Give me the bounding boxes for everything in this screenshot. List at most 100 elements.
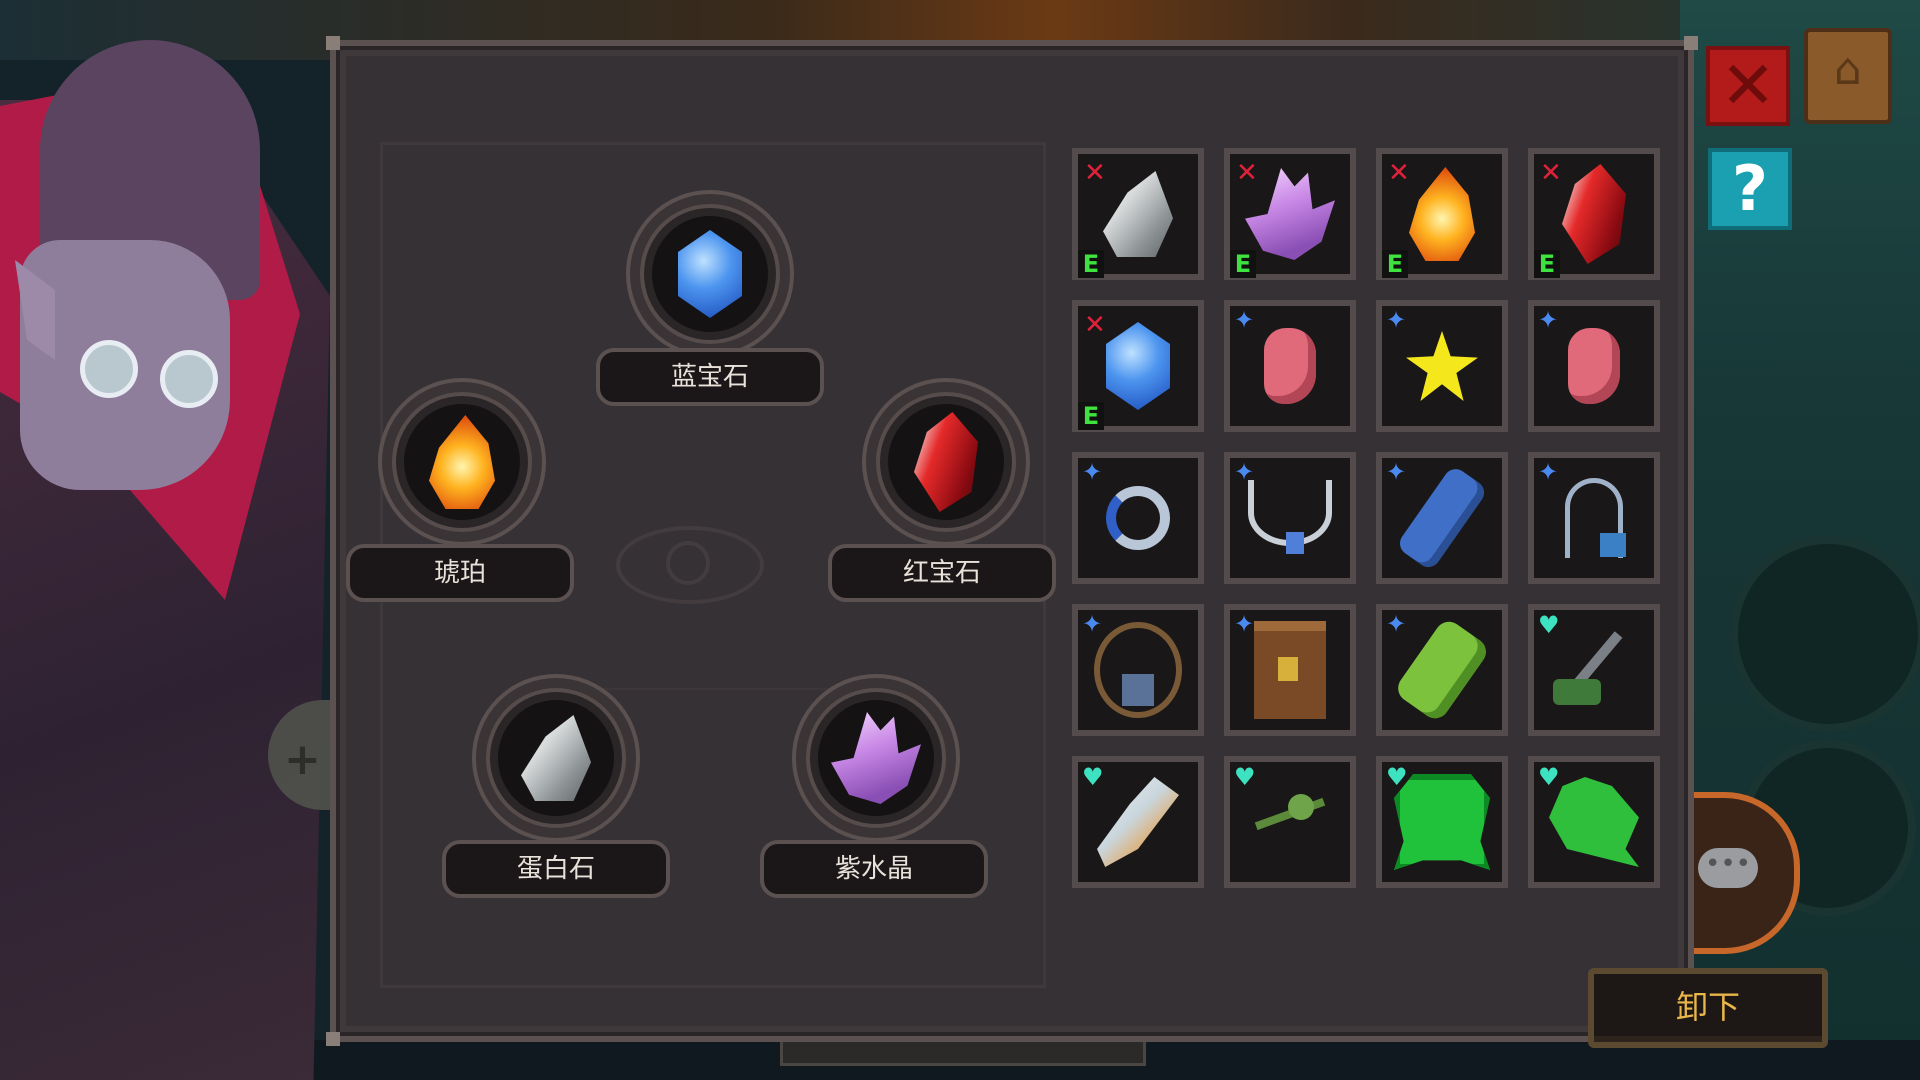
inventory-slot[interactable]: ✦: [1224, 300, 1356, 432]
inventory-slot[interactable]: ✕ E: [1528, 148, 1660, 280]
socket-core: [818, 700, 934, 816]
panel-corner: [1684, 36, 1698, 50]
opal-icon: [521, 715, 591, 801]
amber-gem-icon: [1409, 167, 1475, 261]
star-icon: [1406, 331, 1478, 401]
inventory-slot[interactable]: ♥: [1072, 756, 1204, 888]
favorite-badge-icon: ♥: [1386, 763, 1408, 791]
socket-core: [652, 216, 768, 332]
scroll-icon: [1254, 621, 1326, 719]
unequip-badge-icon: ✕: [1084, 310, 1106, 340]
unequip-badge-icon: ✕: [1540, 158, 1562, 188]
socket-label-sapphire: 蓝宝石: [596, 348, 824, 406]
eye-sigil-icon: [566, 426, 806, 686]
new-badge-icon: ✦: [1538, 458, 1559, 486]
favorite-badge-icon: ♥: [1538, 763, 1560, 791]
ruby-gem-icon: [1562, 164, 1626, 264]
socket-core: [404, 404, 520, 520]
favorite-badge-icon: ♥: [1538, 611, 1560, 639]
help-button[interactable]: ?: [1708, 148, 1792, 230]
socket-label-opal: 蛋白石: [442, 840, 670, 898]
inventory-slot[interactable]: ♥: [1528, 756, 1660, 888]
socket-amethyst[interactable]: [792, 674, 960, 842]
close-icon: ✕: [1720, 47, 1776, 124]
inventory-slot[interactable]: ✕ E: [1376, 148, 1508, 280]
ring-icon: [1106, 486, 1170, 550]
sigil-pupil: [666, 541, 710, 585]
glasses-lens-left: [80, 340, 138, 398]
socket-label-ruby: 红宝石: [828, 544, 1056, 602]
panel-corner: [326, 36, 340, 50]
socket-sapphire[interactable]: [626, 190, 794, 358]
equipped-badge: E: [1230, 250, 1256, 278]
help-label: ?: [1732, 152, 1768, 225]
journal-icon: ⌂: [1834, 44, 1862, 95]
socket-amber[interactable]: [378, 378, 546, 546]
character-glasses: [80, 340, 220, 408]
favorite-badge-icon: ♥: [1234, 763, 1256, 791]
unequip-badge-icon: ✕: [1236, 158, 1258, 188]
new-badge-icon: ✦: [1082, 610, 1103, 638]
new-badge-icon: ✦: [1234, 306, 1255, 334]
unload-button[interactable]: 卸下: [1588, 968, 1828, 1048]
close-button[interactable]: ✕: [1706, 46, 1790, 126]
inventory-slot[interactable]: ✕ E: [1072, 148, 1204, 280]
inventory-slot[interactable]: ✦: [1376, 604, 1508, 736]
equipped-badge: E: [1078, 402, 1104, 430]
inventory-slot[interactable]: ✦: [1376, 300, 1508, 432]
socket-label-amber: 琥珀: [346, 544, 574, 602]
journal-button[interactable]: ⌂: [1804, 28, 1892, 124]
inventory-slot[interactable]: ✦: [1072, 604, 1204, 736]
amulet-icon: [1094, 622, 1182, 718]
glasses-lens-right: [160, 350, 218, 408]
new-badge-icon: ✦: [1538, 306, 1559, 334]
inventory-slot[interactable]: ♥: [1376, 756, 1508, 888]
spatula-icon: [1553, 627, 1635, 713]
sapphire-gem-icon: [1106, 322, 1170, 410]
necklace-icon: [1248, 480, 1332, 554]
inventory-slot[interactable]: ✦: [1528, 300, 1660, 432]
inventory-slot[interactable]: ✦: [1224, 452, 1356, 584]
socket-opal[interactable]: [472, 674, 640, 842]
amber-icon: [429, 415, 495, 509]
clover-icon: [1254, 794, 1326, 850]
favorite-badge-icon: ♥: [1082, 763, 1104, 791]
unequip-badge-icon: ✕: [1388, 158, 1410, 188]
inventory-slot[interactable]: ♥: [1224, 756, 1356, 888]
inventory-slot[interactable]: ♥: [1528, 604, 1660, 736]
socket-core: [498, 700, 614, 816]
sapphire-icon: [678, 230, 742, 318]
meat-icon: [1264, 328, 1316, 404]
amethyst-icon: [831, 712, 921, 804]
new-badge-icon: ✦: [1234, 610, 1255, 638]
inventory-slot[interactable]: ✦: [1224, 604, 1356, 736]
plus-icon: +: [284, 734, 321, 785]
new-badge-icon: ✦: [1082, 458, 1103, 486]
new-badge-icon: ✦: [1386, 610, 1407, 638]
opal-gem-icon: [1103, 171, 1173, 257]
feather-icon: [1097, 777, 1179, 867]
inventory-slot[interactable]: ✦: [1072, 452, 1204, 584]
key-charm-icon: [1565, 478, 1626, 558]
socket-label-amethyst: 紫水晶: [760, 840, 988, 898]
inventory-slot[interactable]: ✦: [1376, 452, 1508, 584]
npc-character: [0, 40, 340, 1080]
inventory-slot[interactable]: ✕ E: [1224, 148, 1356, 280]
unequip-badge-icon: ✕: [1084, 158, 1106, 188]
joystick-control[interactable]: [1730, 536, 1920, 732]
equipped-badge: E: [1534, 250, 1560, 278]
new-badge-icon: ✦: [1234, 458, 1255, 486]
equipped-badge: E: [1078, 250, 1104, 278]
meat-icon: [1568, 328, 1620, 404]
socket-core: [888, 404, 1004, 520]
chat-icon: •••: [1698, 848, 1758, 888]
inventory-slot[interactable]: ✦: [1528, 452, 1660, 584]
equipped-badge: E: [1382, 250, 1408, 278]
ruby-icon: [914, 412, 978, 512]
leaf-icon: [1549, 777, 1639, 867]
new-badge-icon: ✦: [1386, 306, 1407, 334]
panel-corner: [326, 1032, 340, 1046]
socket-ruby[interactable]: [862, 378, 1030, 546]
new-badge-icon: ✦: [1386, 458, 1407, 486]
inventory-slot[interactable]: ✕ E: [1072, 300, 1204, 432]
